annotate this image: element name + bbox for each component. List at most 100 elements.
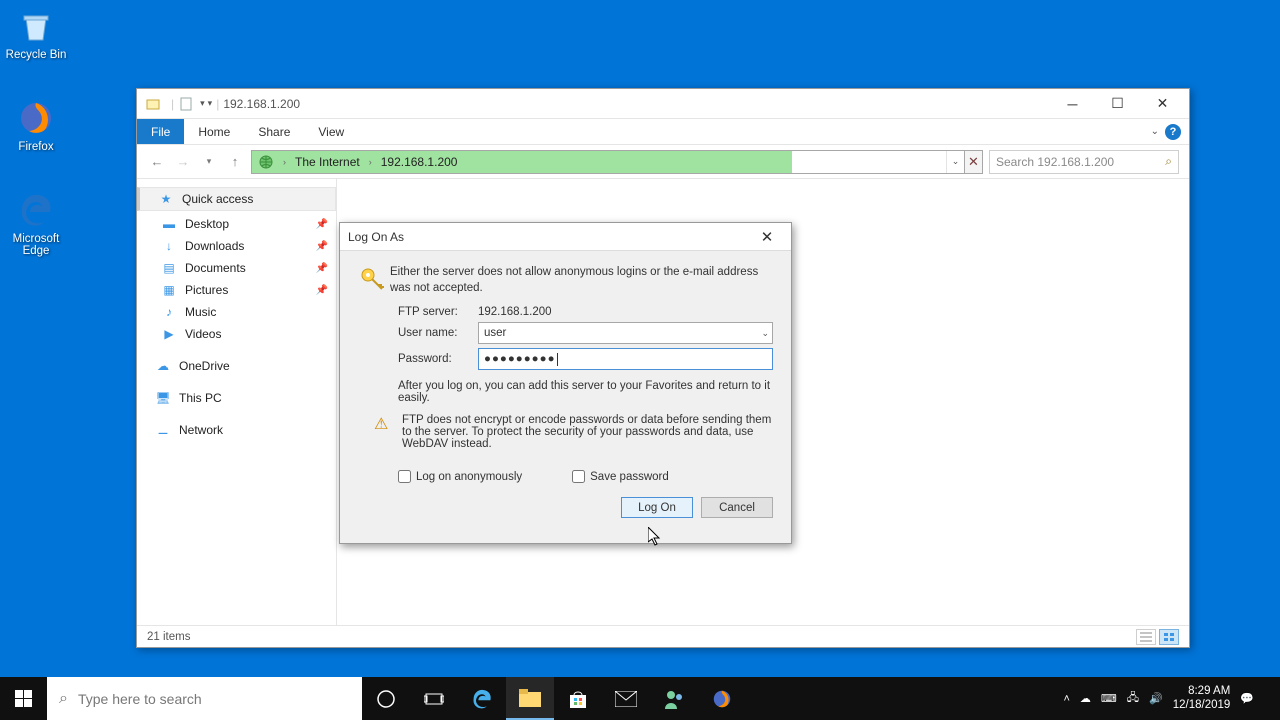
- help-icon[interactable]: ?: [1165, 124, 1181, 140]
- tb-edge-icon[interactable]: [458, 677, 506, 720]
- nav-back[interactable]: ←: [147, 154, 167, 169]
- sidebar-item-documents[interactable]: ▤Documents📌: [137, 257, 336, 279]
- sidebar-onedrive[interactable]: ☁OneDrive: [137, 355, 336, 377]
- sidebar: ★ Quick access ▬Desktop📌 ↓Downloads📌 ▤Do…: [137, 179, 337, 625]
- tray-volume-icon[interactable]: 🔊: [1149, 692, 1163, 705]
- globe-icon: [252, 151, 280, 173]
- close-button[interactable]: ✕: [1140, 89, 1185, 118]
- tab-home[interactable]: Home: [184, 119, 244, 144]
- titlebar[interactable]: | ▾ ▾ | 192.168.1.200 ─ ☐ ✕: [137, 89, 1189, 119]
- pin-icon: 📌: [316, 285, 328, 296]
- tb-firefox-icon[interactable]: [698, 677, 746, 720]
- view-large[interactable]: [1159, 629, 1179, 645]
- ribbon-expand[interactable]: ⌄: [1151, 126, 1159, 137]
- tray-keyboard-icon[interactable]: ⌨: [1101, 692, 1117, 705]
- tray-network-icon[interactable]: 🖧: [1127, 689, 1139, 708]
- sidebar-item-pictures[interactable]: ▦Pictures📌: [137, 279, 336, 301]
- sidebar-item-desktop[interactable]: ▬Desktop📌: [137, 213, 336, 235]
- nav-forward[interactable]: →: [173, 154, 193, 169]
- tab-share[interactable]: Share: [244, 119, 304, 144]
- anon-checkbox[interactable]: Log on anonymously: [398, 470, 522, 483]
- tray-onedrive-icon[interactable]: ☁: [1080, 692, 1091, 705]
- password-input[interactable]: ●●●●●●●●●: [478, 348, 773, 370]
- desktop-icon-recycle-bin[interactable]: Recycle Bin: [0, 6, 72, 61]
- maximize-button[interactable]: ☐: [1095, 89, 1140, 118]
- sidebar-item-videos[interactable]: ▶Videos: [137, 323, 336, 345]
- server-value: 192.168.1.200: [478, 306, 552, 318]
- sidebar-item-downloads[interactable]: ↓Downloads📌: [137, 235, 336, 257]
- sidebar-quick-access[interactable]: ★ Quick access: [137, 187, 336, 211]
- desktop-icon-label: Microsoft Edge: [13, 233, 60, 257]
- server-label: FTP server:: [398, 306, 478, 318]
- doc-icon: [178, 96, 194, 112]
- desktop-icon-edge[interactable]: Microsoft Edge: [0, 190, 72, 257]
- tb-store-icon[interactable]: [554, 677, 602, 720]
- search-placeholder: Search 192.168.1.200: [996, 155, 1114, 169]
- dialog-close[interactable]: ✕: [751, 223, 783, 250]
- tb-mail-icon[interactable]: [602, 677, 650, 720]
- navbar: ← → ▾ ↑ › The Internet › 192.168.1.200 ⌄…: [137, 145, 1189, 179]
- dialog-titlebar[interactable]: Log On As ✕: [340, 223, 791, 251]
- firefox-icon: [16, 98, 56, 138]
- nav-up[interactable]: ↑: [225, 154, 245, 169]
- videos-icon: ▶: [161, 326, 177, 342]
- view-details[interactable]: [1136, 629, 1156, 645]
- dialog-message: Either the server does not allow anonymo…: [390, 265, 773, 296]
- item-count: 21 items: [147, 631, 190, 643]
- music-icon: ♪: [161, 304, 177, 320]
- window-title: 192.168.1.200: [223, 97, 300, 111]
- dialog-warning: FTP does not encrypt or encode passwords…: [402, 414, 773, 450]
- dialog-note: After you log on, you can add this serve…: [398, 380, 773, 404]
- breadcrumb-location[interactable]: 192.168.1.200: [375, 151, 464, 173]
- taskbar-clock[interactable]: 8:29 AM 12/18/2019: [1173, 685, 1231, 713]
- logon-dialog: Log On As ✕ Either the server does not a…: [339, 222, 792, 544]
- start-button[interactable]: [0, 677, 47, 720]
- onedrive-icon: ☁: [155, 358, 171, 374]
- username-input[interactable]: user ⌄: [478, 322, 773, 344]
- save-password-checkbox[interactable]: Save password: [572, 470, 669, 483]
- minimize-button[interactable]: ─: [1050, 89, 1095, 118]
- taskbar: ⌕ Type here to search ˄ ☁ ⌨ 🖧 🔊 8:29 AM …: [0, 677, 1280, 720]
- ribbon: File Home Share View ⌄ ?: [137, 119, 1189, 145]
- pin-icon: 📌: [316, 219, 328, 230]
- key-icon: [358, 265, 390, 296]
- cortana-icon[interactable]: [362, 677, 410, 720]
- cancel-button[interactable]: Cancel: [701, 497, 773, 518]
- desktop-icon-label: Recycle Bin: [6, 49, 67, 61]
- download-icon: ↓: [161, 238, 177, 254]
- documents-icon: ▤: [161, 260, 177, 276]
- taskbar-search[interactable]: ⌕ Type here to search: [47, 677, 362, 720]
- recycle-bin-icon: [16, 6, 56, 46]
- system-tray: ˄ ☁ ⌨ 🖧 🔊 8:29 AM 12/18/2019 💬: [1063, 677, 1280, 720]
- network-icon: ⚊: [155, 422, 171, 438]
- sidebar-item-music[interactable]: ♪Music: [137, 301, 336, 323]
- username-label: User name:: [398, 327, 478, 339]
- search-icon: ⌕: [59, 690, 68, 708]
- desktop-icon: ▬: [161, 216, 177, 232]
- address-dropdown[interactable]: ⌄: [946, 151, 964, 173]
- tab-file[interactable]: File: [137, 119, 184, 144]
- dialog-title: Log On As: [348, 230, 404, 244]
- search-icon: ⌕: [1165, 154, 1172, 169]
- tab-view[interactable]: View: [304, 119, 358, 144]
- sidebar-this-pc[interactable]: 🖥This PC: [137, 387, 336, 409]
- breadcrumb-root[interactable]: The Internet: [289, 151, 366, 173]
- edge-icon: [16, 190, 56, 230]
- address-stop[interactable]: ✕: [964, 151, 982, 173]
- tray-overflow[interactable]: ˄: [1063, 693, 1069, 705]
- action-center-icon[interactable]: 💬: [1240, 692, 1254, 705]
- search-placeholder: Type here to search: [78, 691, 202, 707]
- search-box[interactable]: Search 192.168.1.200 ⌕: [989, 150, 1179, 174]
- address-bar[interactable]: › The Internet › 192.168.1.200 ⌄ ✕: [251, 150, 983, 174]
- sidebar-network[interactable]: ⚊Network: [137, 419, 336, 441]
- taskview-icon[interactable]: [410, 677, 458, 720]
- star-icon: ★: [158, 191, 174, 207]
- chevron-down-icon[interactable]: ⌄: [761, 328, 769, 339]
- desktop-icon-firefox[interactable]: Firefox: [0, 98, 72, 153]
- nav-history[interactable]: ▾: [199, 156, 219, 167]
- pin-icon: 📌: [316, 241, 328, 252]
- password-label: Password:: [398, 353, 478, 365]
- logon-button[interactable]: Log On: [621, 497, 693, 518]
- tb-explorer-icon[interactable]: [506, 677, 554, 720]
- tb-people-icon[interactable]: [650, 677, 698, 720]
